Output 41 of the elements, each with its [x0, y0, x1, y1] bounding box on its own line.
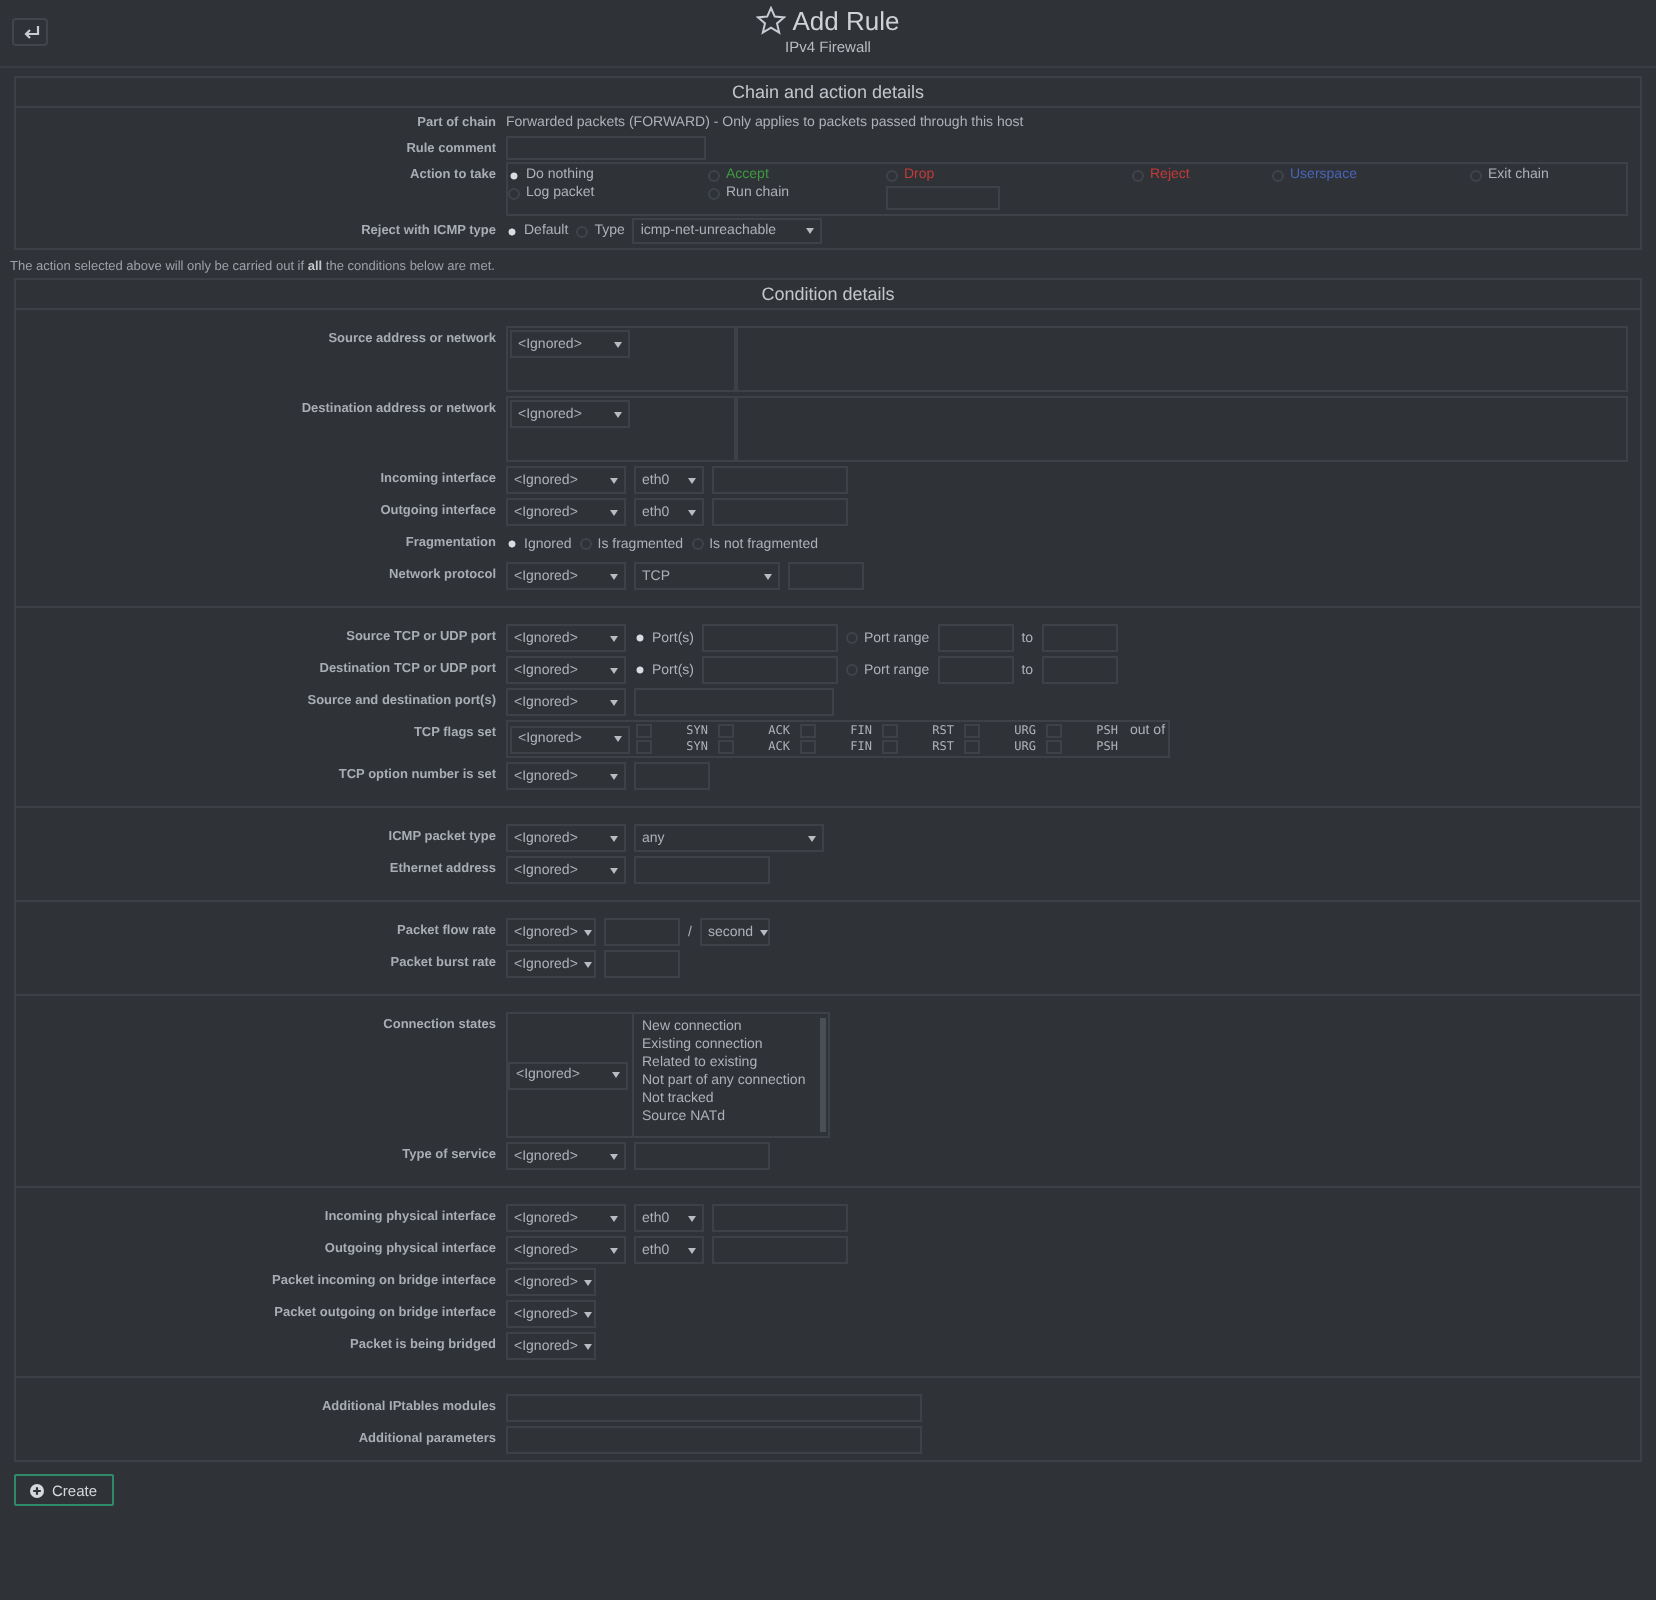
radio-button[interactable] — [506, 225, 518, 237]
caret-icon — [610, 667, 618, 673]
caret-icon — [583, 929, 592, 935]
page-title: Add Rule — [792, 6, 900, 36]
return-arrow-icon — [21, 24, 39, 40]
caret-icon — [583, 1311, 592, 1317]
caret-icon — [610, 1153, 618, 1159]
caret-icon — [610, 867, 618, 873]
caret-icon — [610, 1247, 618, 1253]
caret-icon — [614, 736, 622, 742]
caret-icon — [610, 635, 618, 641]
radio-button[interactable] — [508, 169, 520, 181]
caret-icon — [610, 573, 618, 579]
radio-button[interactable] — [634, 664, 646, 676]
caret-icon — [610, 835, 618, 841]
caret-icon — [614, 341, 622, 347]
caret-icon — [688, 1215, 696, 1221]
caret-icon — [610, 477, 618, 483]
section-title: Condition details — [16, 280, 1640, 310]
caret-icon — [583, 1279, 592, 1285]
caret-icon — [612, 1072, 620, 1078]
radio-button[interactable] — [634, 632, 646, 644]
caret-icon — [688, 509, 696, 515]
caret-icon — [688, 1247, 696, 1253]
plus-circle-icon — [30, 1483, 44, 1497]
back-button[interactable] — [12, 18, 48, 46]
caret-icon — [764, 573, 772, 579]
caret-icon — [808, 835, 816, 841]
caret-icon — [688, 477, 696, 483]
radio-button[interactable] — [506, 538, 518, 550]
caret-icon — [610, 773, 618, 779]
caret-icon — [614, 411, 622, 417]
section-title: Chain and action details — [16, 78, 1640, 108]
caret-icon — [610, 1215, 618, 1221]
caret-icon — [759, 929, 768, 935]
caret-icon — [610, 699, 618, 705]
caret-icon — [583, 1343, 592, 1349]
caret-icon — [806, 228, 815, 234]
caret-icon — [583, 961, 592, 967]
star-icon — [756, 6, 787, 36]
caret-icon — [610, 509, 618, 515]
